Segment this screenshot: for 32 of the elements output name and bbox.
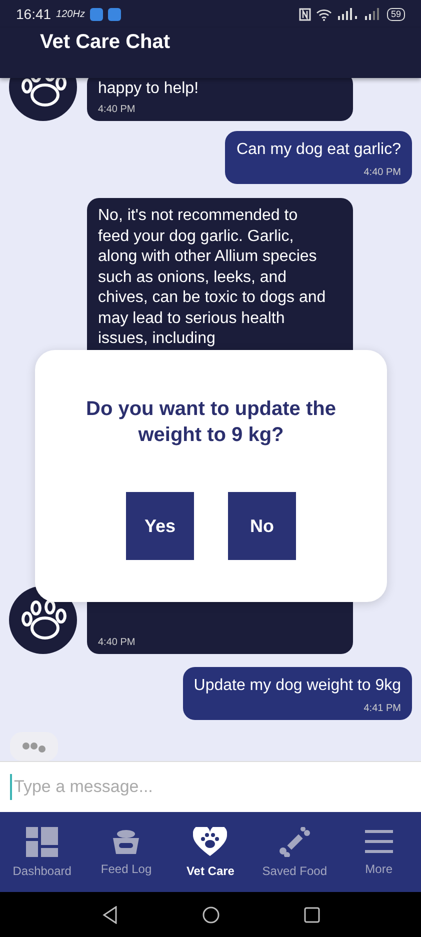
- nav-tab[interactable]: Dashboard: [0, 826, 84, 878]
- refresh-rate: 120Hz: [56, 8, 85, 20]
- message-text: Update my dog weight to 9kg: [194, 676, 401, 696]
- nav-tab[interactable]: Saved Food: [252, 826, 337, 878]
- battery-indicator: 59: [386, 8, 405, 20]
- nav-tab[interactable]: Feed Log: [84, 828, 168, 876]
- nav-tab[interactable]: More: [336, 828, 421, 876]
- menu-icon: [362, 828, 395, 854]
- message-time: 4:41 PM: [364, 703, 401, 714]
- yes-button[interactable]: Yes: [126, 492, 194, 560]
- typing-dots-icon: [22, 740, 46, 752]
- nfc-icon: [298, 8, 311, 20]
- message-text: Can my dog eat garlic?: [236, 140, 401, 160]
- message-text: happy to help!: [98, 80, 200, 98]
- recents-icon[interactable]: [304, 906, 320, 922]
- nav-tab[interactable]: Vet Care: [168, 826, 252, 878]
- home-icon[interactable]: [202, 906, 220, 924]
- signal-icon: [336, 8, 359, 20]
- dialog-question: Do you want to update the weight to 9 kg?: [85, 397, 337, 448]
- bone-icon: [278, 826, 311, 856]
- message-time: 4:40 PM: [98, 104, 136, 115]
- message-text: No, it's not recommended to feed your dog garlic. Garlic, along with other Allium species such as onions, leeks, and chives, can be toxic to dogs and may lead to serious health issues, including: [98, 206, 327, 349]
- signal-icon: [364, 8, 382, 20]
- message-time: 4:40 PM: [364, 167, 401, 178]
- wifi-icon: [316, 8, 332, 20]
- heart-paw-icon: [193, 826, 228, 856]
- screen-title: Vet Care Chat: [40, 30, 170, 54]
- message-time: 4:40 PM: [98, 637, 136, 648]
- no-button[interactable]: No: [228, 492, 296, 560]
- dashboard-icon: [26, 826, 58, 856]
- clock: 16:41: [16, 6, 52, 22]
- back-icon[interactable]: [102, 906, 118, 924]
